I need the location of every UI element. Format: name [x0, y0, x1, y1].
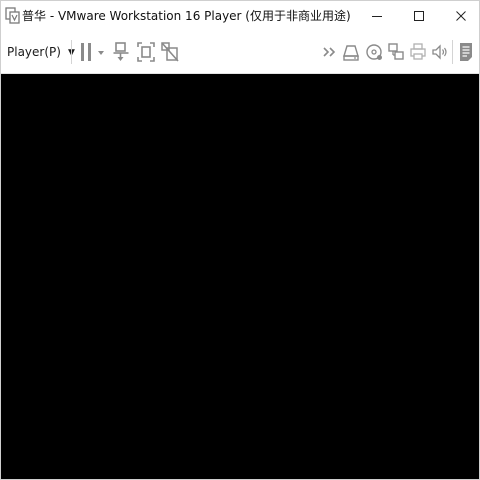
- close-icon: [456, 11, 466, 21]
- vmware-player-window: 普华 - VMware Workstation 16 Player (仅用于非商…: [0, 0, 480, 480]
- vm-display[interactable]: [1, 74, 479, 479]
- hard-disk-button[interactable]: [341, 40, 363, 64]
- maximize-button[interactable]: [399, 1, 439, 31]
- overflow-button[interactable]: [321, 40, 339, 64]
- minimize-button[interactable]: [357, 1, 397, 31]
- network-adapter-button[interactable]: [386, 40, 408, 64]
- message-log-icon: [460, 43, 472, 61]
- power-dropdown-button[interactable]: [95, 40, 107, 64]
- send-ctrl-alt-del-icon: [113, 42, 129, 61]
- unity-icon: [161, 42, 179, 62]
- toolbar-separator: [71, 40, 72, 64]
- window-title: 普华 - VMware Workstation 16 Player (仅用于非商…: [22, 9, 351, 23]
- printer-button[interactable]: [408, 40, 430, 64]
- network-adapter-icon: [388, 43, 404, 60]
- cd-dvd-icon: [366, 44, 382, 60]
- player-menu-label: Player(P): [7, 45, 61, 59]
- unity-button[interactable]: [160, 40, 182, 64]
- hard-disk-icon: [343, 45, 359, 61]
- toolbar: Player(P)▼: [1, 31, 479, 74]
- fit-guest-icon: [137, 42, 155, 62]
- dropdown-arrow-icon: [98, 51, 104, 55]
- vmware-player-icon[interactable]: [5, 7, 21, 25]
- send-ctrl-alt-del-button[interactable]: [112, 40, 134, 64]
- close-button[interactable]: [441, 1, 479, 31]
- toolbar-separator: [452, 40, 453, 64]
- title-bar[interactable]: 普华 - VMware Workstation 16 Player (仅用于非商…: [1, 1, 479, 31]
- player-menu-button[interactable]: Player(P)▼: [7, 41, 75, 63]
- sound-card-icon: [432, 44, 447, 60]
- minimize-icon: [372, 16, 382, 17]
- sound-card-button[interactable]: [429, 40, 451, 64]
- cd-dvd-button[interactable]: [364, 40, 386, 64]
- fit-guest-button[interactable]: [136, 40, 158, 64]
- printer-icon: [410, 43, 426, 60]
- maximize-icon: [414, 11, 424, 21]
- overflow-chevron-icon: [323, 47, 336, 57]
- message-log-button[interactable]: [457, 40, 479, 64]
